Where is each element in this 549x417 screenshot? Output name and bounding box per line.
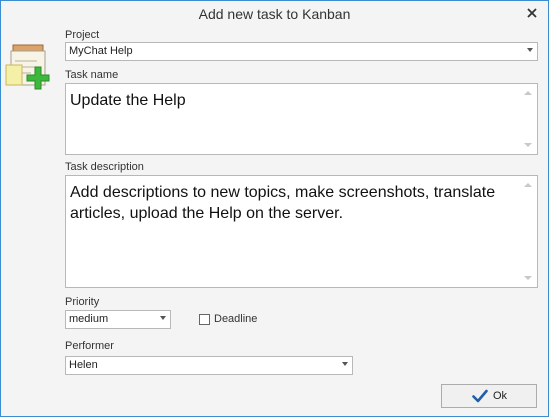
task-name-scrollbar[interactable] [520,85,536,153]
ok-button-label: Ok [493,390,508,402]
task-name-input[interactable]: Update the Help [65,83,538,155]
window-title: Add new task to Kanban [198,6,351,22]
task-description-input[interactable]: Add descriptions to new topics, make scr… [65,175,538,288]
chevron-down-icon [160,316,166,320]
task-add-icon [5,43,51,91]
performer-select[interactable]: Helen [65,356,353,375]
task-description-scrollbar[interactable] [520,177,536,286]
title-bar: Add new task to Kanban [1,1,548,29]
task-description-label: Task description [65,161,144,173]
performer-label: Performer [65,340,114,352]
close-icon[interactable] [524,5,540,21]
chevron-down-icon [342,362,348,366]
priority-label: Priority [65,296,100,308]
scroll-up-icon[interactable] [524,91,532,95]
priority-select[interactable]: medium [65,310,171,329]
project-label: Project [65,29,100,41]
priority-value: medium [69,313,109,325]
scroll-up-icon[interactable] [524,183,532,187]
task-name-label: Task name [65,69,119,81]
task-name-value: Update the Help [70,92,186,109]
deadline-label[interactable]: Deadline [214,313,257,325]
chevron-down-icon [527,48,533,52]
project-value: MyChat Help [69,45,133,57]
scroll-down-icon[interactable] [524,276,532,280]
scroll-down-icon[interactable] [524,143,532,147]
check-icon [472,389,488,403]
task-description-value: Add descriptions to new topics, make scr… [70,184,500,222]
performer-value: Helen [69,359,98,371]
deadline-checkbox[interactable] [199,314,210,325]
ok-button[interactable]: Ok [441,384,537,408]
dialog-window: Add new task to Kanban Project MyChat He… [0,0,549,417]
project-select[interactable]: MyChat Help [65,42,538,61]
